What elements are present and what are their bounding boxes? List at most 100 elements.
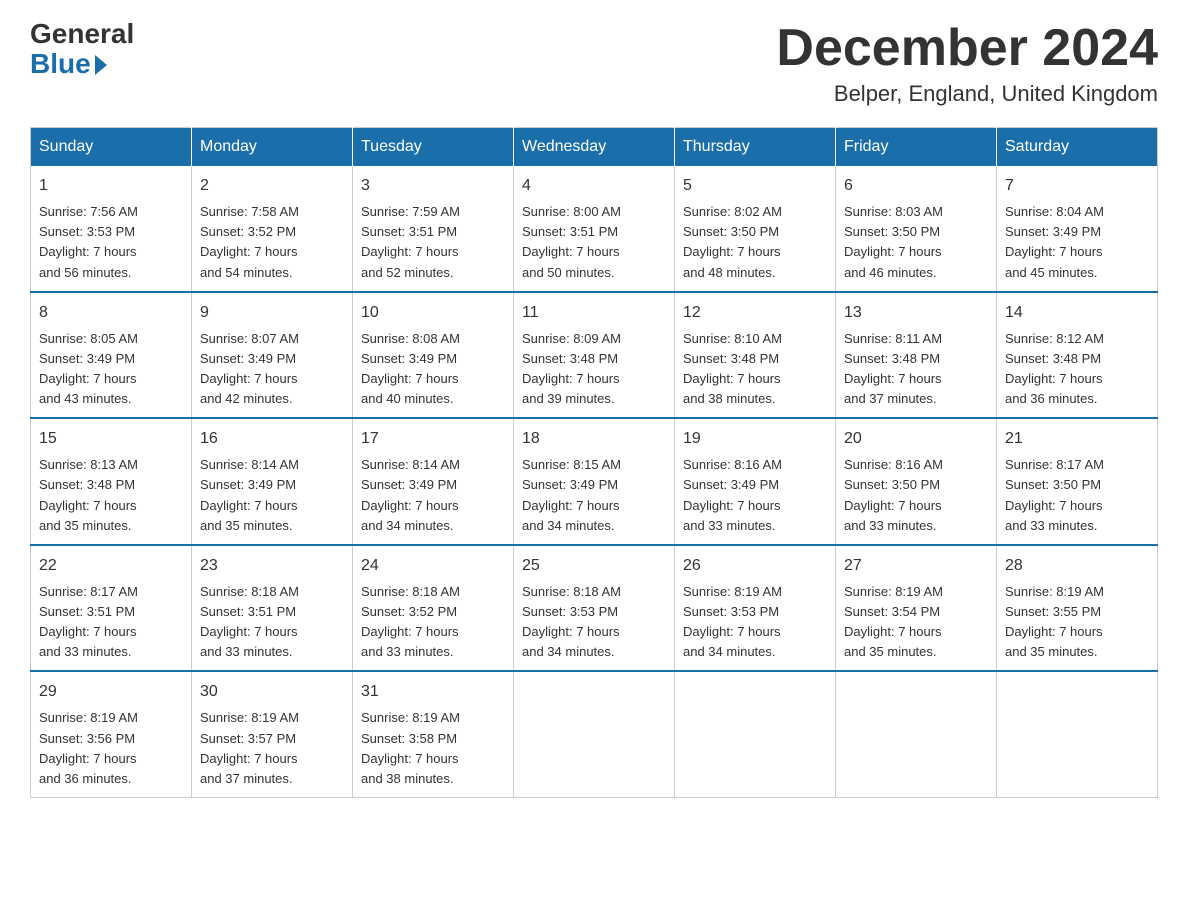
day-number: 25 <box>522 554 666 578</box>
day-info: Sunrise: 8:13 AMSunset: 3:48 PMDaylight:… <box>39 455 183 536</box>
month-title: December 2024 <box>776 20 1158 77</box>
calendar-cell: 26 Sunrise: 8:19 AMSunset: 3:53 PMDayligh… <box>675 545 836 672</box>
day-info: Sunrise: 8:18 AMSunset: 3:53 PMDaylight:… <box>522 582 666 663</box>
day-info: Sunrise: 7:56 AMSunset: 3:53 PMDaylight:… <box>39 202 183 283</box>
calendar-cell: 13 Sunrise: 8:11 AMSunset: 3:48 PMDayligh… <box>836 292 997 419</box>
calendar-cell: 7Sunrise: 8:04 AMSunset: 3:49 PMDaylight… <box>997 166 1158 292</box>
day-info: Sunrise: 8:17 AMSunset: 3:51 PMDaylight:… <box>39 582 183 663</box>
calendar-header-row: SundayMondayTuesdayWednesdayThursdayFrid… <box>31 128 1158 167</box>
calendar-cell: 31 Sunrise: 8:19 AMSunset: 3:58 PMDayligh… <box>353 671 514 797</box>
calendar-cell: 18Sunrise: 8:15 AMSunset: 3:49 PMDayligh… <box>514 418 675 545</box>
calendar-cell: 24Sunrise: 8:18 AMSunset: 3:52 PMDayligh… <box>353 545 514 672</box>
calendar-cell: 14Sunrise: 8:12 AMSunset: 3:48 PMDayligh… <box>997 292 1158 419</box>
day-number: 21 <box>1005 427 1149 451</box>
day-number: 9 <box>200 301 344 325</box>
day-number: 6 <box>844 174 988 198</box>
calendar-cell: 23 Sunrise: 8:18 AMSunset: 3:51 PMDayligh… <box>192 545 353 672</box>
logo: General Blue <box>30 20 134 80</box>
calendar-cell <box>836 671 997 797</box>
day-info: Sunrise: 8:19 AMSunset: 3:57 PMDaylight:… <box>200 708 344 789</box>
calendar-cell: 6 Sunrise: 8:03 AMSunset: 3:50 PMDaylight… <box>836 166 997 292</box>
calendar-table: SundayMondayTuesdayWednesdayThursdayFrid… <box>30 127 1158 798</box>
day-info: Sunrise: 8:07 AMSunset: 3:49 PMDaylight:… <box>200 329 344 410</box>
calendar-cell: 5Sunrise: 8:02 AMSunset: 3:50 PMDaylight… <box>675 166 836 292</box>
day-number: 15 <box>39 427 183 451</box>
calendar-cell: 29 Sunrise: 8:19 AMSunset: 3:56 PMDayligh… <box>31 671 192 797</box>
day-number: 1 <box>39 174 183 198</box>
logo-arrow-icon <box>95 55 107 75</box>
day-info: Sunrise: 8:19 AMSunset: 3:54 PMDaylight:… <box>844 582 988 663</box>
day-number: 27 <box>844 554 988 578</box>
day-info: Sunrise: 8:14 AMSunset: 3:49 PMDaylight:… <box>200 455 344 536</box>
calendar-cell: 20Sunrise: 8:16 AMSunset: 3:50 PMDayligh… <box>836 418 997 545</box>
calendar-cell: 1 Sunrise: 7:56 AMSunset: 3:53 PMDaylight… <box>31 166 192 292</box>
calendar-week-row: 1 Sunrise: 7:56 AMSunset: 3:53 PMDaylight… <box>31 166 1158 292</box>
calendar-cell: 4 Sunrise: 8:00 AMSunset: 3:51 PMDaylight… <box>514 166 675 292</box>
calendar-cell: 15 Sunrise: 8:13 AMSunset: 3:48 PMDayligh… <box>31 418 192 545</box>
title-section: December 2024 Belper, England, United Ki… <box>776 20 1158 107</box>
calendar-cell: 16Sunrise: 8:14 AMSunset: 3:49 PMDayligh… <box>192 418 353 545</box>
page-header: General Blue December 2024 Belper, Engla… <box>30 20 1158 107</box>
calendar-cell: 9 Sunrise: 8:07 AMSunset: 3:49 PMDaylight… <box>192 292 353 419</box>
day-number: 30 <box>200 680 344 704</box>
calendar-cell: 22Sunrise: 8:17 AMSunset: 3:51 PMDayligh… <box>31 545 192 672</box>
day-info: Sunrise: 8:16 AMSunset: 3:50 PMDaylight:… <box>844 455 988 536</box>
day-number: 28 <box>1005 554 1149 578</box>
calendar-cell: 30 Sunrise: 8:19 AMSunset: 3:57 PMDayligh… <box>192 671 353 797</box>
day-number: 5 <box>683 174 827 198</box>
day-number: 2 <box>200 174 344 198</box>
day-info: Sunrise: 8:19 AMSunset: 3:55 PMDaylight:… <box>1005 582 1149 663</box>
header-saturday: Saturday <box>997 128 1158 167</box>
day-info: Sunrise: 8:19 AMSunset: 3:58 PMDaylight:… <box>361 708 505 789</box>
day-info: Sunrise: 8:03 AMSunset: 3:50 PMDaylight:… <box>844 202 988 283</box>
calendar-cell: 28 Sunrise: 8:19 AMSunset: 3:55 PMDayligh… <box>997 545 1158 672</box>
calendar-week-row: 29 Sunrise: 8:19 AMSunset: 3:56 PMDayligh… <box>31 671 1158 797</box>
day-info: Sunrise: 8:09 AMSunset: 3:48 PMDaylight:… <box>522 329 666 410</box>
day-number: 13 <box>844 301 988 325</box>
calendar-cell: 8 Sunrise: 8:05 AMSunset: 3:49 PMDaylight… <box>31 292 192 419</box>
day-number: 8 <box>39 301 183 325</box>
day-info: Sunrise: 8:19 AMSunset: 3:56 PMDaylight:… <box>39 708 183 789</box>
day-info: Sunrise: 8:17 AMSunset: 3:50 PMDaylight:… <box>1005 455 1149 536</box>
calendar-week-row: 22Sunrise: 8:17 AMSunset: 3:51 PMDayligh… <box>31 545 1158 672</box>
day-info: Sunrise: 8:16 AMSunset: 3:49 PMDaylight:… <box>683 455 827 536</box>
header-friday: Friday <box>836 128 997 167</box>
calendar-week-row: 8 Sunrise: 8:05 AMSunset: 3:49 PMDaylight… <box>31 292 1158 419</box>
day-number: 31 <box>361 680 505 704</box>
header-thursday: Thursday <box>675 128 836 167</box>
day-info: Sunrise: 8:08 AMSunset: 3:49 PMDaylight:… <box>361 329 505 410</box>
day-info: Sunrise: 7:58 AMSunset: 3:52 PMDaylight:… <box>200 202 344 283</box>
day-info: Sunrise: 8:14 AMSunset: 3:49 PMDaylight:… <box>361 455 505 536</box>
calendar-cell: 12Sunrise: 8:10 AMSunset: 3:48 PMDayligh… <box>675 292 836 419</box>
day-number: 14 <box>1005 301 1149 325</box>
calendar-cell: 3 Sunrise: 7:59 AMSunset: 3:51 PMDaylight… <box>353 166 514 292</box>
day-number: 12 <box>683 301 827 325</box>
day-number: 26 <box>683 554 827 578</box>
day-number: 29 <box>39 680 183 704</box>
logo-general-text: General <box>30 20 134 48</box>
day-info: Sunrise: 8:11 AMSunset: 3:48 PMDaylight:… <box>844 329 988 410</box>
location-text: Belper, England, United Kingdom <box>776 81 1158 107</box>
day-info: Sunrise: 7:59 AMSunset: 3:51 PMDaylight:… <box>361 202 505 283</box>
day-info: Sunrise: 8:15 AMSunset: 3:49 PMDaylight:… <box>522 455 666 536</box>
calendar-cell <box>675 671 836 797</box>
day-number: 23 <box>200 554 344 578</box>
calendar-cell: 19Sunrise: 8:16 AMSunset: 3:49 PMDayligh… <box>675 418 836 545</box>
calendar-cell: 11 Sunrise: 8:09 AMSunset: 3:48 PMDayligh… <box>514 292 675 419</box>
calendar-cell: 27 Sunrise: 8:19 AMSunset: 3:54 PMDayligh… <box>836 545 997 672</box>
day-info: Sunrise: 8:18 AMSunset: 3:51 PMDaylight:… <box>200 582 344 663</box>
day-info: Sunrise: 8:19 AMSunset: 3:53 PMDaylight:… <box>683 582 827 663</box>
day-number: 3 <box>361 174 505 198</box>
day-number: 4 <box>522 174 666 198</box>
day-number: 17 <box>361 427 505 451</box>
day-number: 10 <box>361 301 505 325</box>
logo-blue-text: Blue <box>30 48 107 80</box>
day-info: Sunrise: 8:05 AMSunset: 3:49 PMDaylight:… <box>39 329 183 410</box>
header-monday: Monday <box>192 128 353 167</box>
calendar-cell <box>997 671 1158 797</box>
header-sunday: Sunday <box>31 128 192 167</box>
day-number: 11 <box>522 301 666 325</box>
calendar-cell: 17 Sunrise: 8:14 AMSunset: 3:49 PMDayligh… <box>353 418 514 545</box>
day-info: Sunrise: 8:00 AMSunset: 3:51 PMDaylight:… <box>522 202 666 283</box>
calendar-cell: 21 Sunrise: 8:17 AMSunset: 3:50 PMDayligh… <box>997 418 1158 545</box>
